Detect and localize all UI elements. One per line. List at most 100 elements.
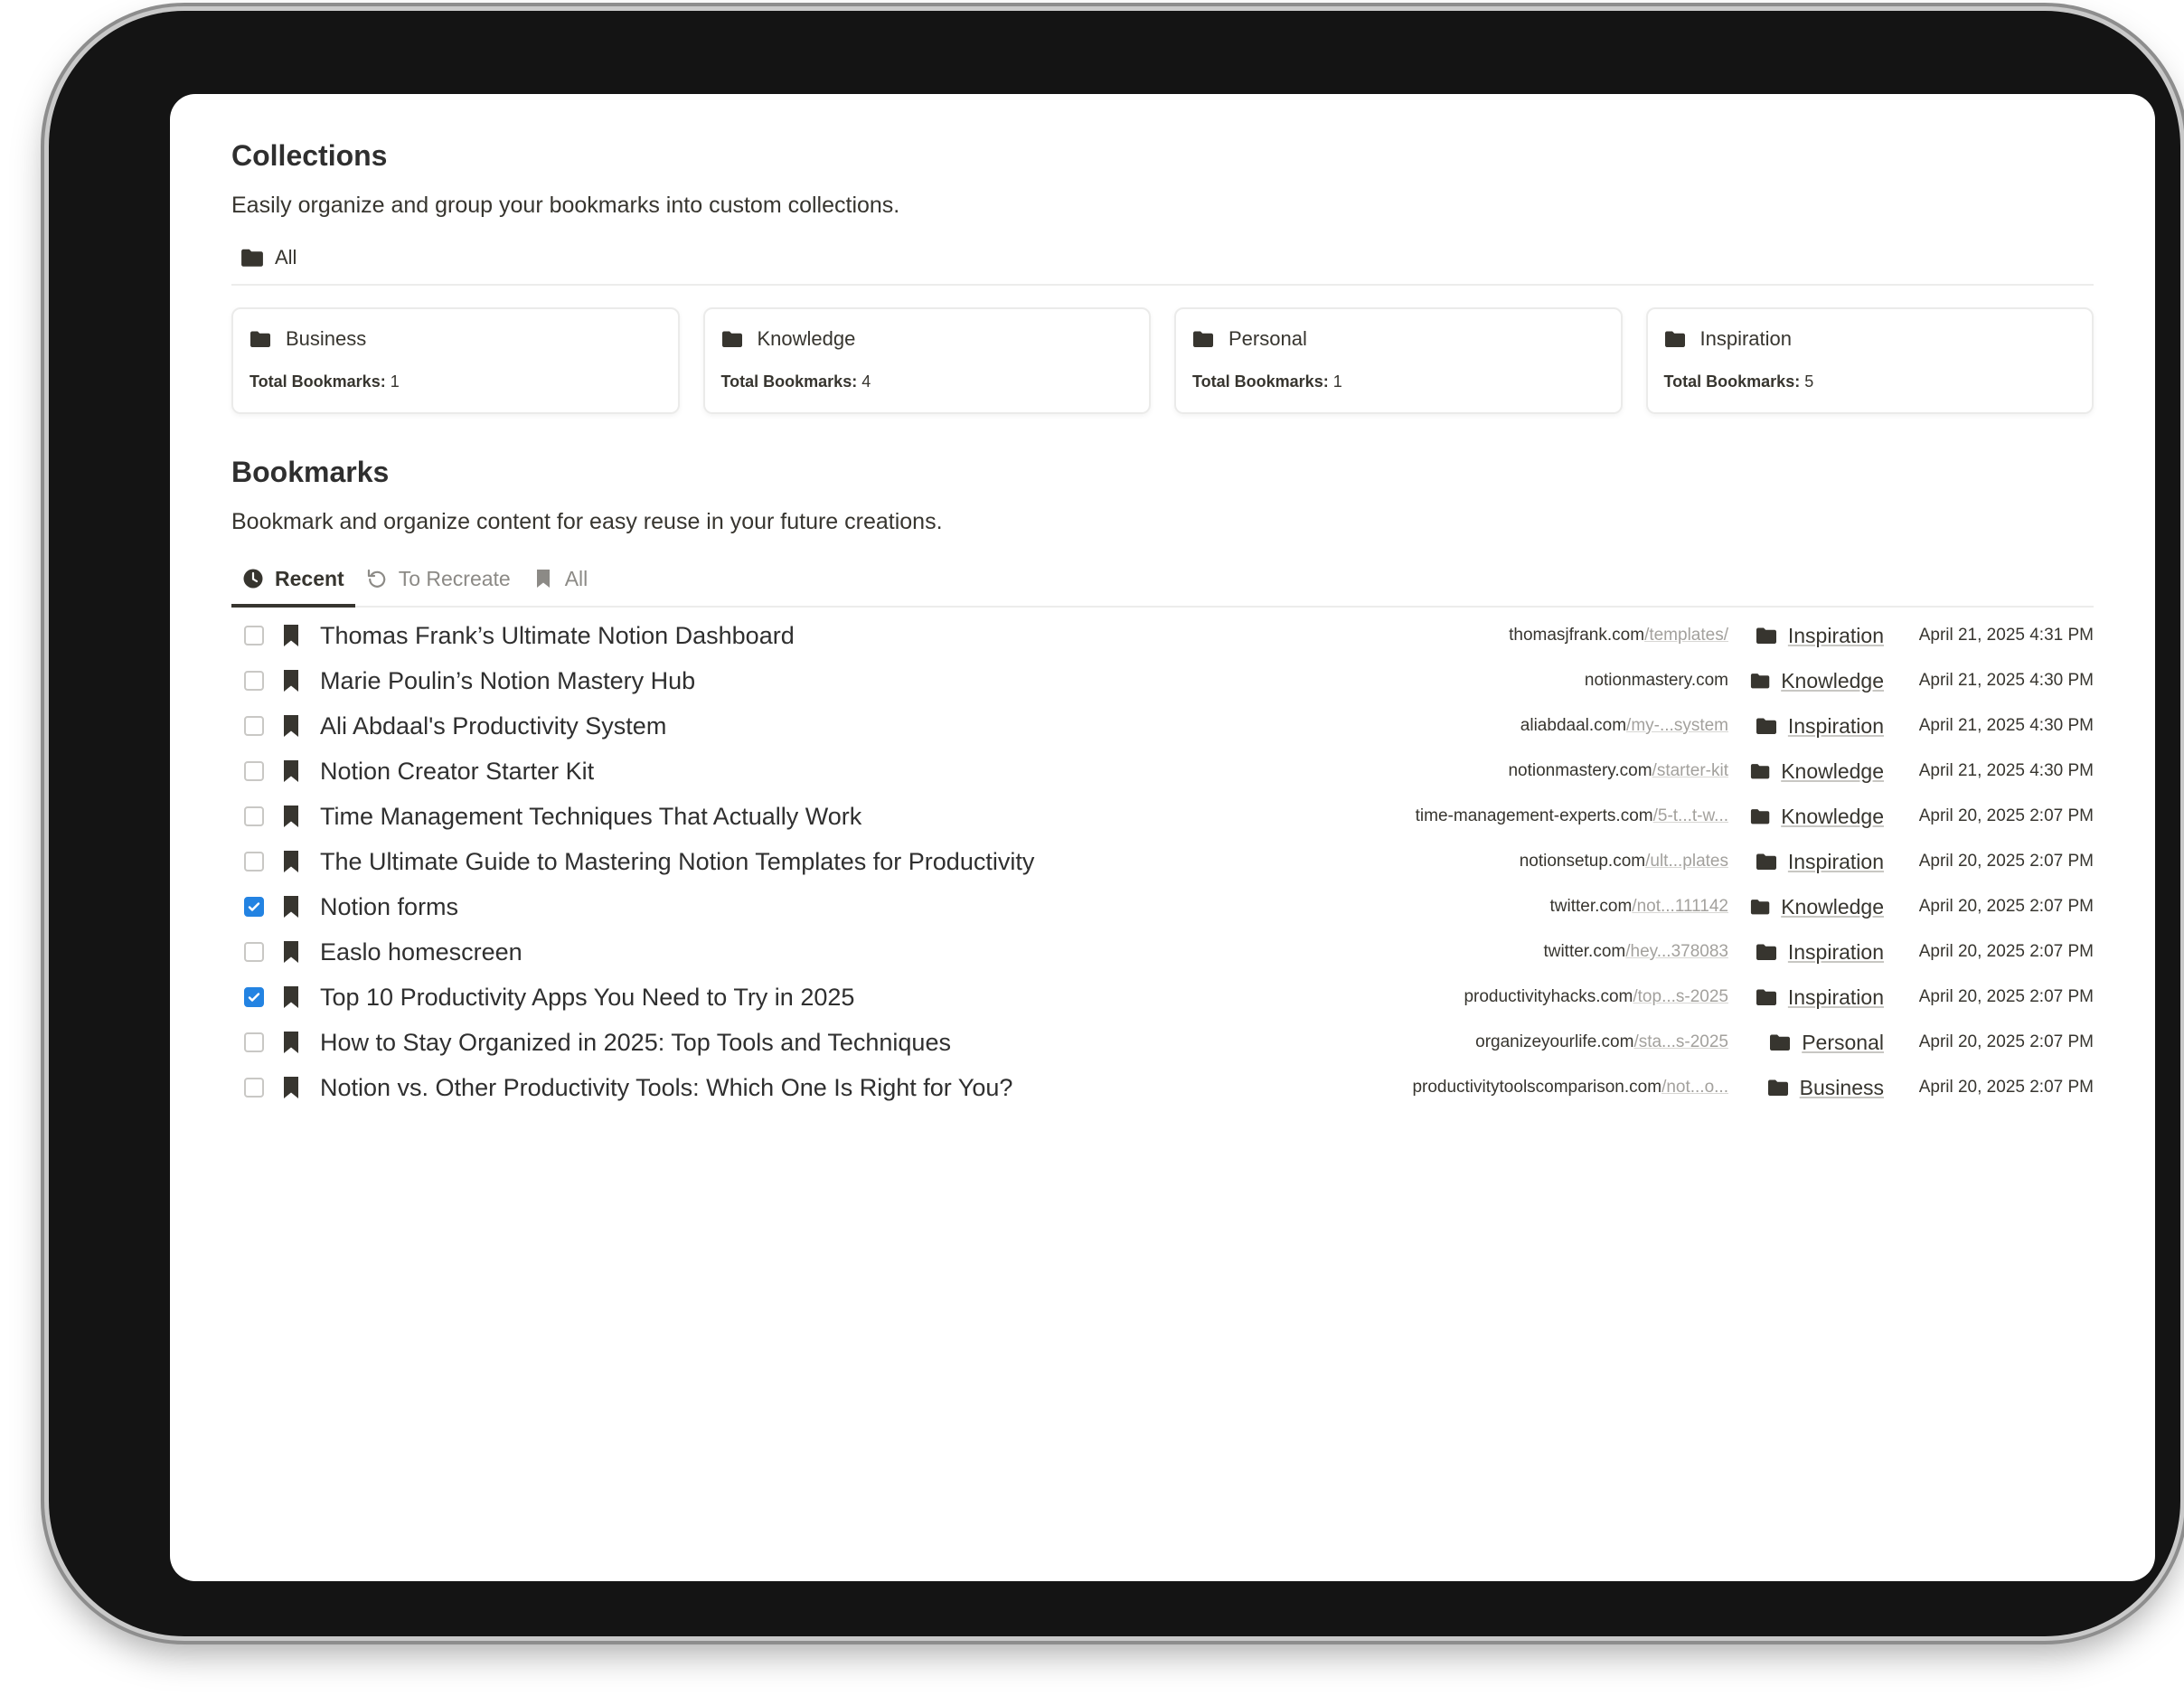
total-bookmarks-count: 4 [861,372,871,391]
bookmark-url[interactable]: notionsetup.com/ult...plates [1520,852,1728,872]
bookmark-url[interactable]: productivitytoolscomparison.com/not...o.… [1412,1078,1728,1098]
collections-view-all[interactable]: All [231,231,306,284]
bookmark-title[interactable]: Notion vs. Other Productivity Tools: Whi… [320,1074,1412,1102]
bookmark-collection[interactable]: Inspiration [1750,714,1884,739]
checkmark-icon [248,993,260,1002]
bookmark-url[interactable]: time-management-experts.com/5-t...t-w... [1416,806,1728,826]
bookmark-collection[interactable]: Knowledge [1750,669,1884,693]
bookmark-path: /sta...s-2025 [1633,1032,1728,1051]
bookmark-checkbox[interactable] [244,716,264,736]
bookmark-checkbox[interactable] [244,1078,264,1098]
tablet-frame: Collections Easily organize and group yo… [49,11,2180,1636]
bookmark-icon [284,986,298,1008]
bookmark-collection-label: Inspiration [1787,713,1884,738]
total-bookmarks-count: 1 [390,372,400,391]
bookmark-date: April 20, 2025 2:07 PM [1918,942,2094,961]
bookmark-domain: twitter.com [1543,942,1626,961]
folder-icon [1193,331,1213,347]
bookmark-row: Thomas Frank’s Ultimate Notion Dashboard… [231,613,2094,658]
folder-icon [1664,331,1685,347]
bookmark-date: April 20, 2025 2:07 PM [1918,987,2094,1006]
bookmark-icon [284,760,298,782]
bookmark-collection[interactable]: Knowledge [1750,759,1884,784]
bookmark-date: April 20, 2025 2:07 PM [1918,852,2094,871]
tab-all[interactable]: All [522,551,599,606]
bookmark-title[interactable]: Easlo homescreen [320,938,1543,966]
bookmark-url[interactable]: thomasjfrank.com/templates/ [1509,626,1728,645]
bookmark-title[interactable]: Marie Poulin’s Notion Mastery Hub [320,667,1585,695]
bookmark-url[interactable]: notionmastery.com [1585,671,1728,691]
bookmark-row: Ali Abdaal's Productivity System aliabdaa… [231,703,2094,749]
bookmark-collection-label: Inspiration [1787,623,1884,647]
bookmark-collection-label: Personal [1802,1030,1884,1054]
bookmark-title[interactable]: Thomas Frank’s Ultimate Notion Dashboard [320,622,1509,650]
bookmark-title[interactable]: How to Stay Organized in 2025: Top Tools… [320,1029,1475,1057]
bookmark-collection[interactable]: Inspiration [1750,985,1884,1010]
bookmark-checkbox[interactable] [244,1032,264,1052]
bookmark-title[interactable]: The Ultimate Guide to Mastering Notion T… [320,848,1520,876]
bookmark-collection[interactable]: Inspiration [1750,940,1884,965]
bookmark-url[interactable]: twitter.com/not...111142 [1549,897,1728,917]
bookmark-title[interactable]: Ali Abdaal's Productivity System [320,712,1520,740]
bookmark-collection-label: Knowledge [1781,804,1884,828]
bookmark-path: /hey...378083 [1625,942,1728,961]
bookmark-domain: notionsetup.com [1519,852,1646,871]
bookmark-row: How to Stay Organized in 2025: Top Tools… [231,1020,2094,1065]
folder-icon [1756,989,1776,1005]
bookmark-icon [284,896,298,918]
bookmark-checkbox[interactable] [244,942,264,962]
bookmark-row: Notion Creator Starter Kit notionmastery.… [231,749,2094,794]
bookmark-domain: notionmastery.com [1584,671,1728,690]
bookmark-checkbox[interactable] [244,987,264,1007]
tab-label: All [564,566,588,590]
bookmark-domain: twitter.com [1549,897,1633,916]
bookmark-checkbox[interactable] [244,852,264,872]
bookmark-icon [284,851,298,872]
folder-icon [1750,809,1770,824]
bookmark-url[interactable]: aliabdaal.com/my-...system [1520,716,1728,736]
bookmark-title[interactable]: Notion forms [320,893,1549,921]
collection-card-personal[interactable]: Personal Total Bookmarks: 1 [1174,307,1623,414]
bookmark-collection[interactable]: Knowledge [1750,805,1884,829]
collection-card-inspiration[interactable]: Inspiration Total Bookmarks: 5 [1645,307,2094,414]
bookmark-title[interactable]: Notion Creator Starter Kit [320,758,1508,786]
bookmark-checkbox[interactable] [244,897,264,917]
bookmark-collection[interactable]: Inspiration [1750,624,1884,648]
bookmark-title[interactable]: Time Management Techniques That Actually… [320,803,1416,831]
folder-icon [250,331,270,347]
bookmark-collection-label: Knowledge [1781,894,1884,919]
collections-description: Easily organize and group your bookmarks… [231,193,900,218]
folder-icon [1756,944,1776,960]
bookmark-url[interactable]: productivityhacks.com/top...s-2025 [1464,987,1728,1007]
bookmark-url[interactable]: organizeyourlife.com/sta...s-2025 [1475,1032,1728,1052]
bookmark-collection-label: Business [1799,1075,1884,1099]
bookmark-collection[interactable]: Business [1750,1076,1884,1100]
tab-to-recreate[interactable]: To Recreate [355,551,522,606]
bookmark-collection[interactable]: Inspiration [1750,850,1884,874]
collection-card-name: Business [286,327,367,350]
bookmarks-tabs: Recent To Recreate All [231,551,2094,608]
bookmark-url[interactable]: notionmastery.com/starter-kit [1508,761,1728,781]
collection-card-knowledge[interactable]: Knowledge Total Bookmarks: 4 [702,307,1151,414]
collection-card-business[interactable]: Business Total Bookmarks: 1 [231,307,680,414]
bookmark-checkbox[interactable] [244,806,264,826]
collection-card-name: Knowledge [757,327,856,350]
folder-icon [1767,1079,1788,1096]
bookmark-collection[interactable]: Knowledge [1750,895,1884,919]
bookmark-collection-label: Inspiration [1787,985,1884,1009]
bookmark-icon [284,1032,298,1053]
bookmark-title[interactable]: Top 10 Productivity Apps You Need to Try… [320,984,1464,1012]
tab-recent[interactable]: Recent [231,551,355,608]
bookmark-checkbox[interactable] [244,626,264,645]
bookmark-list: Thomas Frank’s Ultimate Notion Dashboard… [231,613,2094,1110]
folder-icon [1770,1034,1791,1051]
bookmark-collection[interactable]: Personal [1750,1031,1884,1055]
refresh-icon [367,569,385,588]
total-bookmarks-label: Total Bookmarks: [1192,372,1329,391]
bookmark-date: April 20, 2025 2:07 PM [1918,1032,2094,1051]
bookmark-url[interactable]: twitter.com/hey...378083 [1543,942,1728,962]
bookmark-path: /templates/ [1644,626,1728,645]
bookmark-domain: time-management-experts.com [1415,806,1653,825]
bookmark-checkbox[interactable] [244,671,264,691]
bookmark-checkbox[interactable] [244,761,264,781]
